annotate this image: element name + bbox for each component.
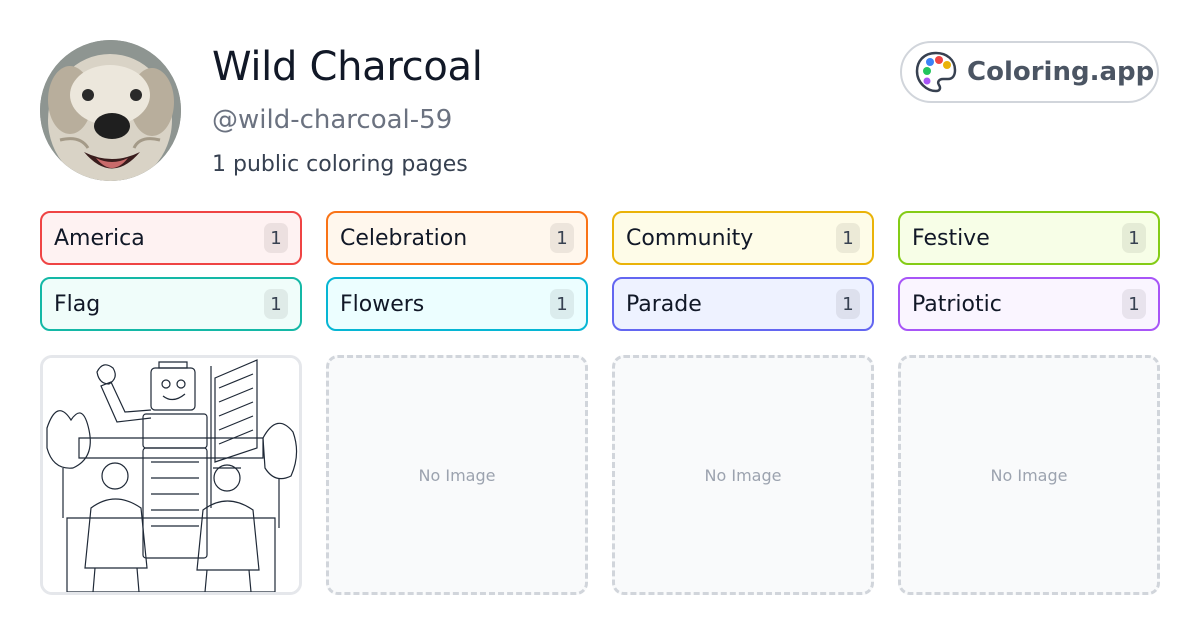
tag-chip-america[interactable]: America 1 — [40, 211, 302, 265]
empty-card: No Image — [612, 355, 874, 595]
tag-count-badge: 1 — [1122, 223, 1146, 253]
tag-chip-festive[interactable]: Festive 1 — [898, 211, 1160, 265]
tag-count-badge: 1 — [836, 223, 860, 253]
tag-label: Patriotic — [912, 291, 1002, 317]
tag-chip-flag[interactable]: Flag 1 — [40, 277, 302, 331]
tag-count-badge: 1 — [264, 289, 288, 319]
dog-photo-icon — [40, 40, 181, 181]
tag-chip-flowers[interactable]: Flowers 1 — [326, 277, 588, 331]
tag-chip-community[interactable]: Community 1 — [612, 211, 874, 265]
no-image-label: No Image — [418, 465, 496, 485]
tag-label: Celebration — [340, 225, 468, 251]
tag-count-badge: 1 — [550, 289, 574, 319]
coloring-page-thumbnail-icon — [43, 358, 299, 592]
avatar — [40, 40, 181, 181]
tag-count-badge: 1 — [550, 223, 574, 253]
tag-count-badge: 1 — [1122, 289, 1146, 319]
brand-link[interactable]: Coloring.app — [900, 41, 1159, 103]
tag-chip-parade[interactable]: Parade 1 — [612, 277, 874, 331]
tag-label: Festive — [912, 225, 990, 251]
tag-label: Parade — [626, 291, 702, 317]
tag-chip-celebration[interactable]: Celebration 1 — [326, 211, 588, 265]
coloring-page-card[interactable] — [40, 355, 302, 595]
tag-chip-patriotic[interactable]: Patriotic 1 — [898, 277, 1160, 331]
tag-count-badge: 1 — [836, 289, 860, 319]
empty-card: No Image — [326, 355, 588, 595]
tag-label: America — [54, 225, 145, 251]
no-image-label: No Image — [704, 465, 782, 485]
tag-count-badge: 1 — [264, 223, 288, 253]
palette-icon — [915, 51, 957, 93]
empty-card: No Image — [898, 355, 1160, 595]
tag-label: Community — [626, 225, 754, 251]
profile-page-count: 1 public coloring pages — [212, 152, 468, 177]
tag-label: Flag — [54, 291, 101, 317]
profile-name: Wild Charcoal — [212, 44, 483, 90]
tag-label: Flowers — [340, 291, 425, 317]
profile-handle: @wild-charcoal-59 — [212, 105, 453, 135]
no-image-label: No Image — [990, 465, 1068, 485]
brand-label: Coloring.app — [967, 57, 1155, 87]
